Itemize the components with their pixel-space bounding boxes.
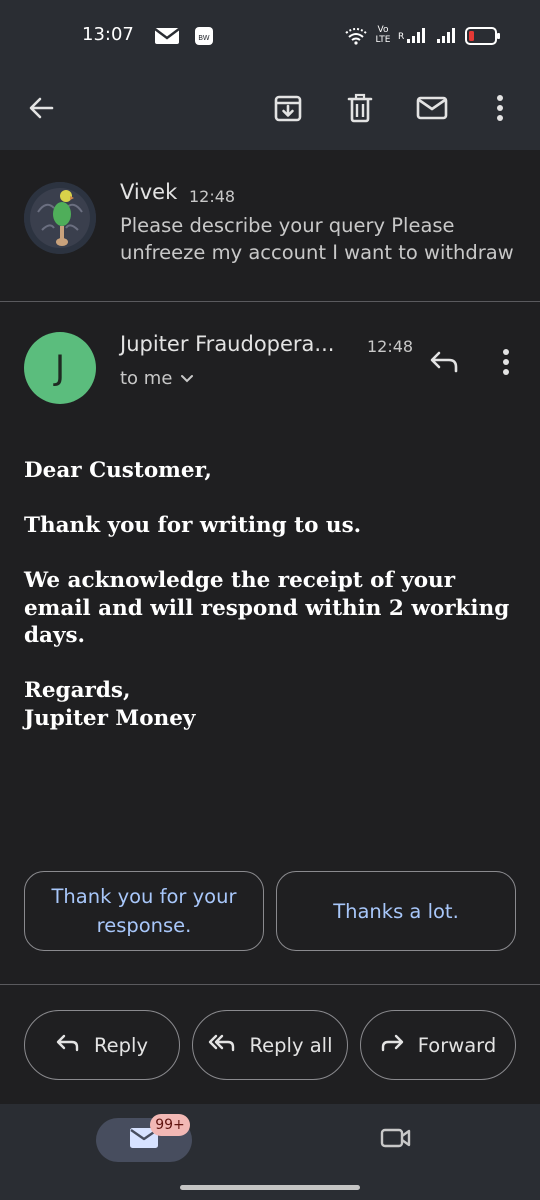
reply-icon <box>429 350 459 378</box>
signoff: Regards, <box>24 678 131 703</box>
video-camera-icon <box>380 1126 412 1154</box>
more-vert-icon <box>502 348 510 380</box>
body-line: We acknowledge the receipt of your email… <box>24 568 510 648</box>
delete-button[interactable] <box>332 82 388 138</box>
message-body: Dear Customer, Thank you for writing to … <box>24 457 524 760</box>
reply-button[interactable]: Reply <box>24 1010 180 1080</box>
signature: Jupiter Money <box>24 705 196 731</box>
wifi-icon <box>344 27 368 49</box>
gmail-notification-icon <box>154 26 180 50</box>
forward-button[interactable]: Forward <box>360 1010 516 1080</box>
back-button[interactable] <box>13 82 69 138</box>
more-options-button[interactable] <box>472 82 528 138</box>
smart-reply-button[interactable]: Thanks a lot. <box>276 871 516 951</box>
tab-meet[interactable] <box>372 1118 420 1162</box>
collapsed-sender-name: Vivek <box>120 180 178 204</box>
reply-all-label: Reply all <box>249 1033 333 1057</box>
unread-count-badge: 99+ <box>150 1114 190 1136</box>
reply-all-icon <box>208 1033 236 1058</box>
gesture-navigation-bar[interactable] <box>180 1185 360 1190</box>
message-timestamp: 12:48 <box>367 337 414 356</box>
reply-icon <box>56 1033 80 1058</box>
signal-icon <box>406 26 428 48</box>
collapsed-timestamp: 12:48 <box>189 187 236 206</box>
sender-avatar[interactable]: J <box>24 332 96 404</box>
body-line: Thank you for writing to us. <box>24 513 362 538</box>
back-arrow-icon <box>27 94 55 126</box>
volte-icon: Vo LTE <box>375 25 391 45</box>
message-more-button[interactable] <box>486 344 526 384</box>
archive-button[interactable] <box>260 82 316 138</box>
greeting: Dear Customer, <box>24 458 212 483</box>
forward-icon <box>380 1033 404 1058</box>
recipient-label: to me <box>120 368 173 389</box>
smart-reply-label: Thank you for your response. <box>51 885 237 937</box>
divider <box>0 984 540 985</box>
signal-icon <box>436 26 458 48</box>
status-time: 13:07 <box>82 24 134 45</box>
archive-icon <box>273 93 303 127</box>
reply-all-button[interactable]: Reply all <box>192 1010 348 1080</box>
avatar[interactable] <box>24 182 96 254</box>
quick-reply-button[interactable] <box>420 344 468 384</box>
mark-unread-icon <box>416 95 448 125</box>
mark-unread-button[interactable] <box>404 82 460 138</box>
collapsed-snippet: Please describe your query Please unfree… <box>120 214 514 264</box>
chevron-down-icon <box>180 368 194 389</box>
more-vert-icon <box>496 94 504 126</box>
sender-name: Jupiter Fraudopera... <box>120 332 335 356</box>
delete-icon <box>346 93 374 127</box>
smart-reply-button[interactable]: Thank you for your response. <box>24 871 264 951</box>
reply-label: Reply <box>93 1033 148 1057</box>
app-notification-icon: BW <box>194 26 214 50</box>
battery-low-icon <box>465 27 501 49</box>
recipient-details[interactable]: to me <box>120 368 194 389</box>
smart-reply-label: Thanks a lot. <box>333 899 459 923</box>
svg-text:BW: BW <box>198 34 210 42</box>
divider <box>0 301 540 302</box>
roaming-label: R <box>398 32 405 42</box>
forward-label: Forward <box>417 1033 497 1057</box>
status-bar <box>0 0 540 72</box>
